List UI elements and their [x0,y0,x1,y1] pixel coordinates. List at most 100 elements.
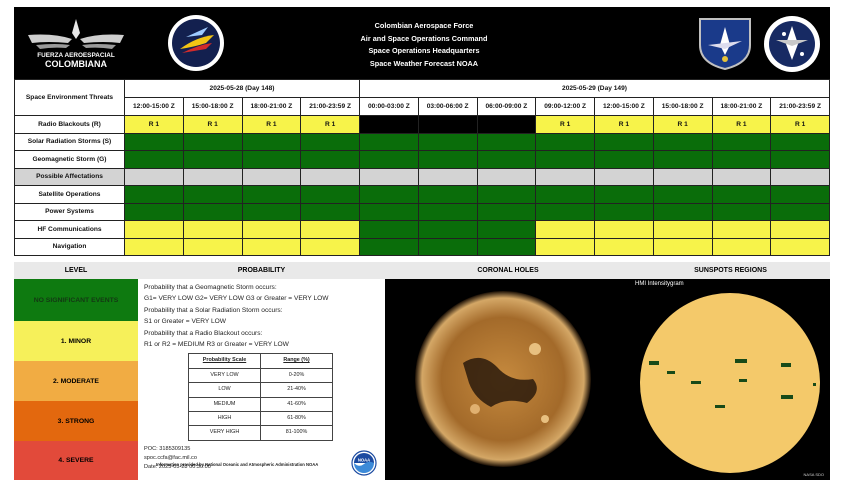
logo-line2: COLOMBIANA [45,59,107,69]
forecast-cell [182,167,243,186]
scale-range: 81-100% [260,425,333,441]
time-slot-header: 21:00-23:59 Z [300,97,360,116]
level-moderate: 2. MODERATE [14,361,138,401]
forecast-cell [417,150,478,169]
forecast-cell [535,167,595,186]
forecast-cell: R 1 [300,115,360,134]
scale-name: MEDIUM [188,396,261,413]
scale-name: HIGH [188,411,261,427]
forecast-cell [417,167,478,186]
forecast-cell [241,167,302,186]
forecast-cell: R 1 [711,115,772,134]
forecast-cell [124,167,184,186]
fac-wings-logo: FUERZA AEROESPACIAL COLOMBIANA [28,19,124,69]
prob-line2: G1= VERY LOW G2= VERY LOW G3 or Greater … [144,295,329,303]
scale-name: VERY LOW [188,367,261,384]
time-slot-header: 00:00-03:00 Z [359,97,419,116]
forecast-cell [594,237,654,256]
forecast-cell [300,185,360,204]
header-line3: Space Operations Headquarters [368,46,480,55]
forecast-cell [182,202,243,221]
threat-row: Geomagnetic Storm (G) [14,150,830,169]
day2-header: 2025-05-29 (Day 149) [359,79,830,98]
header-line2: Air and Space Operations Command [360,33,488,43]
forecast-cell [476,185,537,204]
forecast-cell [770,132,830,151]
prob-line5: Probability that a Radio Blackout occurs… [144,329,263,337]
forecast-cell [182,150,243,169]
scale-col-header: Probability Scale [188,353,261,369]
sun-hmi-image [640,293,820,473]
forecast-cell [535,202,595,221]
forecast-cell [241,185,302,204]
forecast-cell [241,132,302,151]
level-none: NO SIGNIFICANT EVENTS [14,279,138,321]
forecast-cell [770,220,830,239]
sun-euv-image [415,291,591,467]
threat-label: Power Systems [14,202,125,221]
forecast-sheet: FUERZA AEROESPACIAL COLOMBIANA Colombian… [14,7,830,480]
forecast-cell [359,167,419,186]
time-slot-header: 12:00-15:00 Z [594,97,654,116]
forecast-cell: R 1 [535,115,595,134]
level-severe: 4. SEVERE [14,441,138,480]
header-line4: Space Weather Forecast NOAA [369,58,479,68]
threat-label: Geomagnetic Storm (G) [14,150,125,169]
threat-label: Radio Blackouts (R) [14,115,125,134]
forecast-cell [594,220,654,239]
sunspots-image: HMI Intensitygram NASA SDO [631,279,830,480]
scale-name: VERY HIGH [188,425,261,441]
forecast-cell: R 1 [594,115,654,134]
threat-row: Possible Affectations [14,167,830,186]
forecast-cell [417,237,478,256]
forecast-cell [476,202,537,221]
sdo-credit: NASA SDO [803,472,824,477]
time-slot-header: 06:00-09:00 Z [476,97,537,116]
space-shield-emblem [699,18,751,71]
probability-scale-table: Probability Scale Range (%) VERY LOW 0-20… [188,353,333,441]
level-minor: 1. MINOR [14,321,138,361]
forecast-cell [417,115,478,134]
forecast-cell [711,202,772,221]
forecast-cell [241,202,302,221]
coronal-holes-header: CORONAL HOLES [385,262,631,279]
forecast-cell [241,220,302,239]
forecast-cell [711,150,772,169]
forecast-cell [770,202,830,221]
forecast-cell [300,167,360,186]
forecast-cell [359,202,419,221]
forecast-cell [594,132,654,151]
forecast-cell [476,132,537,151]
forecast-cell [476,115,537,134]
forecast-cell [770,185,830,204]
sunspots-header: SUNSPOTS REGIONS [631,262,830,279]
forecast-cell [124,132,184,151]
forecast-cell [652,167,713,186]
range-col-header: Range (%) [260,353,333,369]
header-line1: Colombian Aerospace Force [374,21,474,30]
forecast-cell [476,237,537,256]
logo-line1: FUERZA AEROESPACIAL [37,52,115,59]
forecast-cell [594,150,654,169]
threat-label: Navigation [14,237,125,256]
threat-row: Power Systems [14,202,830,221]
noaa-logo-text: NOAA [358,458,370,463]
scale-range: 0-20% [260,367,333,384]
forecast-cell [652,150,713,169]
prob-line4: S1 or Greater = VERY LOW [144,318,227,326]
forecast-cell [711,167,772,186]
forecast-cell [182,185,243,204]
scale-name: LOW [188,382,261,398]
probability-header: PROBABILITY [138,262,385,279]
forecast-cell [711,185,772,204]
time-slot-header: 12:00-15:00 Z [124,97,184,116]
time-slot-header: 15:00-18:00 Z [182,97,243,116]
threat-row: Radio Blackouts (R) R 1R 1R 1R 1R 1R 1R 1… [14,115,830,134]
forecast-cell [535,220,595,239]
time-slot-header: 18:00-21:00 Z [241,97,302,116]
forecast-cell [535,150,595,169]
prob-line3: Probability that a Solar Radiation Storm… [144,306,283,314]
forecast-cell [300,220,360,239]
forecast-cell [300,150,360,169]
forecast-cell [535,132,595,151]
